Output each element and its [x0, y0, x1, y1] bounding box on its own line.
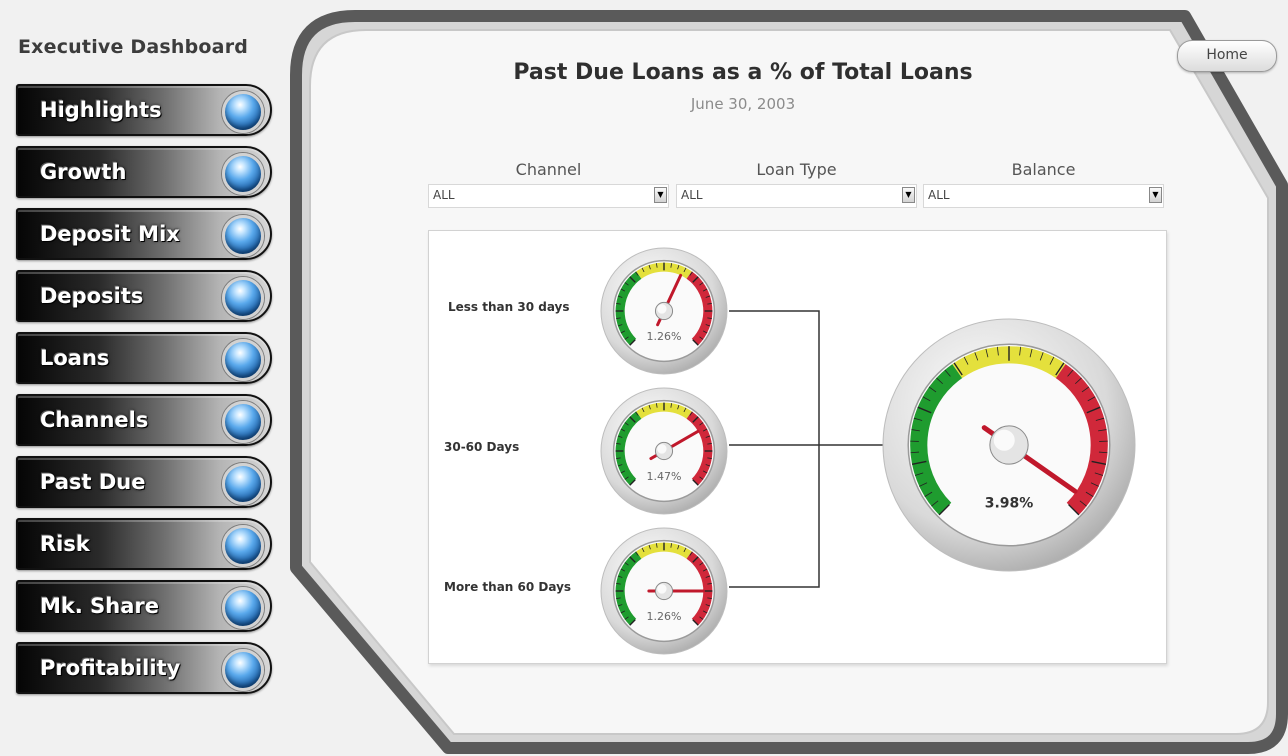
balance-select-value: ALL [928, 188, 950, 202]
filter-balance: Balance ALL ▼ [923, 160, 1164, 208]
dropdown-arrow-icon[interactable]: ▼ [1149, 187, 1162, 203]
gauge-dial: 1.26% [600, 527, 728, 655]
gauge-value: 1.47% [647, 470, 682, 483]
gauge-label-30-60: 30-60 Days [444, 440, 520, 454]
home-button[interactable]: Home [1177, 40, 1277, 72]
total-gauge-dial: 3.98% [882, 318, 1136, 572]
loan-type-select-value: ALL [681, 188, 703, 202]
gauge-dial: 1.26% [600, 247, 728, 375]
filter-loan-type: Loan Type ALL ▼ [676, 160, 917, 208]
dropdown-arrow-icon[interactable]: ▼ [902, 187, 915, 203]
filter-loan-type-label: Loan Type [756, 160, 837, 179]
balance-select[interactable]: ALL ▼ [923, 184, 1164, 208]
gauge-label-less-than-30: Less than 30 days [448, 300, 570, 314]
gauge-dial: 1.47% [600, 387, 728, 515]
gauge-label-more-than-60: More than 60 Days [444, 580, 572, 594]
loan-type-select[interactable]: ALL ▼ [676, 184, 917, 208]
page-title: Past Due Loans as a % of Total Loans [513, 60, 973, 85]
gauge-total-past-due: 3.98% [881, 317, 1137, 577]
filter-channel: Channel ALL ▼ [428, 160, 669, 208]
dropdown-arrow-icon[interactable]: ▼ [654, 187, 667, 203]
gauge-panel: Less than 30 days 30-60 Days More than 6… [428, 230, 1167, 664]
filter-balance-label: Balance [1011, 160, 1076, 179]
gauge-less-than-30-days: 1.26% [599, 246, 729, 380]
gauge-more-than-60-days: 1.26% [599, 526, 729, 660]
filter-channel-label: Channel [515, 160, 582, 179]
page-subtitle: June 30, 2003 [690, 95, 796, 113]
channel-select[interactable]: ALL ▼ [428, 184, 669, 208]
gauge-value: 1.26% [647, 330, 682, 343]
total-gauge-value: 3.98% [985, 495, 1034, 511]
gauge-value: 1.26% [647, 610, 682, 623]
channel-select-value: ALL [433, 188, 455, 202]
gauge-30-60-days: 1.47% [599, 386, 729, 520]
